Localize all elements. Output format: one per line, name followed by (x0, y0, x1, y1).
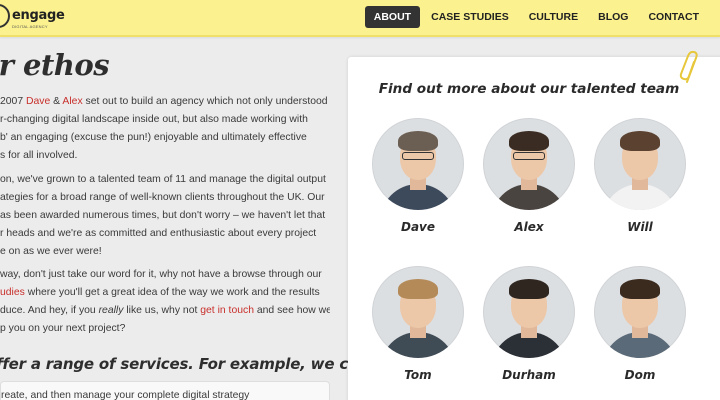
avatar-hair (398, 131, 438, 151)
team-panel-title: Find out more about our talented team (378, 81, 680, 97)
avatar (483, 266, 575, 358)
member-name: Alex (514, 220, 544, 234)
text-line: e on as we ever were! (0, 246, 102, 257)
nav-culture[interactable]: CULTURE (520, 6, 587, 28)
member-name: Dave (400, 220, 436, 234)
team-member-tom[interactable]: Tom (372, 266, 464, 382)
glasses-icon (513, 152, 545, 160)
text-line: 2007 Dave & Alex set out to build an age… (0, 96, 328, 107)
logo-tagline: DIGITAL AGENCY (12, 24, 48, 29)
avatar-hair (398, 279, 438, 299)
avatar (372, 118, 464, 210)
avatar (594, 118, 686, 210)
team-member-durham[interactable]: Durham (483, 266, 575, 382)
avatar-hair (620, 131, 660, 151)
nav-contact[interactable]: CONTACT (639, 6, 708, 28)
member-name: Dom (624, 368, 656, 382)
text-line: udies where you'll get a great idea of t… (0, 287, 320, 298)
team-member-will[interactable]: Will (594, 118, 686, 234)
text-line: as been awarded numerous times, but don'… (0, 210, 326, 221)
nav-about[interactable]: ABOUT (364, 6, 421, 28)
avatar-hair (509, 131, 549, 151)
text-line: p you on your next project? (0, 323, 126, 334)
avatar-hair (620, 279, 660, 299)
avatar (372, 266, 464, 358)
services-heading: ffer a range of services. For example, w… (0, 355, 390, 373)
nav-case-studies[interactable]: CASE STUDIES (422, 6, 518, 28)
text-line: r heads and we're as committed and enthu… (0, 228, 317, 239)
team-member-dom[interactable]: Dom (594, 266, 686, 382)
site-header: engage DIGITAL AGENCY ABOUT CASE STUDIES… (0, 0, 720, 37)
text-line: duce. And hey, if you really like us, wh… (0, 305, 330, 316)
avatar (594, 266, 686, 358)
growth-paragraph: on, we've grown to a talented team of 11… (0, 171, 330, 261)
glasses-icon (402, 152, 434, 160)
member-name: Durham (502, 368, 556, 382)
member-name: Will (627, 220, 653, 234)
text-line: b' an engaging (excuse the pun!) enjoyab… (0, 132, 307, 143)
nav-blog[interactable]: BLOG (589, 6, 637, 28)
text-line: s for all involved. (0, 150, 78, 161)
services-list: reate, and then manage your complete dig… (0, 381, 330, 400)
text-line: on, we've grown to a talented team of 11… (0, 174, 326, 185)
intro-paragraph: 2007 Dave & Alex set out to build an age… (0, 93, 330, 165)
logo[interactable]: engage DIGITAL AGENCY (0, 4, 65, 30)
get-in-touch-link[interactable]: get in touch (200, 305, 254, 316)
services-item: reate, and then manage your complete dig… (1, 390, 250, 400)
main-nav: ABOUT CASE STUDIES CULTURE BLOG CONTACT (363, 6, 708, 28)
member-name: Tom (404, 368, 432, 382)
alex-link[interactable]: Alex (62, 96, 82, 107)
logo-mark-icon (0, 4, 10, 28)
dave-link[interactable]: Dave (26, 96, 50, 107)
avatar (483, 118, 575, 210)
page-title: ur ethos (0, 48, 110, 82)
text-line: way, don't just take our word for it, wh… (0, 269, 322, 280)
text-line: ategies for a broad range of well-known … (0, 192, 325, 203)
browse-paragraph: way, don't just take our word for it, wh… (0, 266, 330, 338)
paperclip-icon (679, 50, 698, 83)
case-studies-link[interactable]: udies (0, 287, 25, 298)
team-member-dave[interactable]: Dave (372, 118, 464, 234)
logo-text: engage (12, 8, 65, 23)
team-member-alex[interactable]: Alex (483, 118, 575, 234)
avatar-hair (509, 279, 549, 299)
text-line: r-changing digital landscape inside out,… (0, 114, 308, 125)
